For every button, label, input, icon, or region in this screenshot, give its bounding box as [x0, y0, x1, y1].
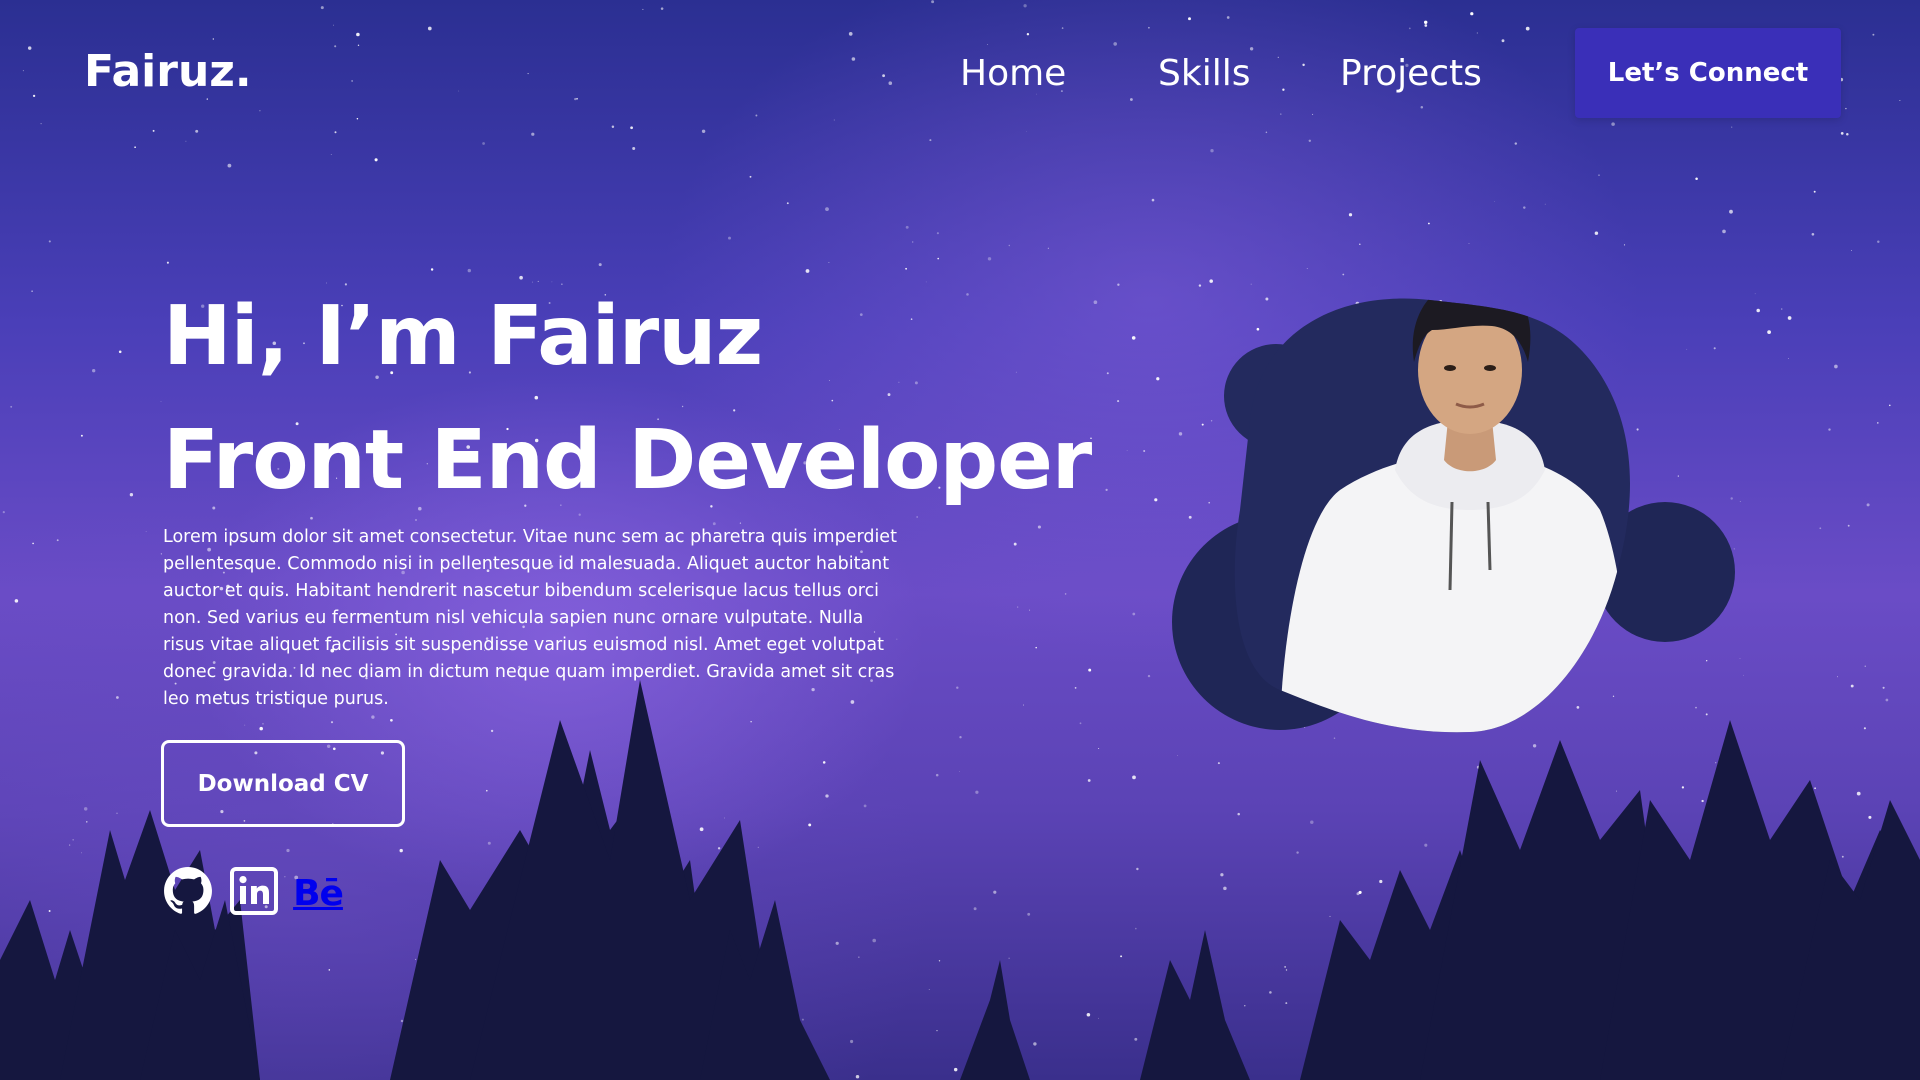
behance-icon: Bē [293, 872, 344, 914]
hero-bio: Lorem ipsum dolor sit amet consectetur. … [163, 527, 897, 709]
nav-skills-link[interactable]: Skills [1158, 52, 1250, 96]
lets-connect-button[interactable]: Let’s Connect [1575, 28, 1841, 118]
linkedin-icon [230, 867, 278, 919]
linkedin-link[interactable] [229, 867, 279, 919]
behance-link[interactable]: Bē [293, 868, 344, 918]
profile-portrait [1172, 298, 1735, 733]
github-link[interactable] [163, 866, 213, 920]
github-icon [163, 866, 213, 920]
nav-home-link[interactable]: Home [960, 52, 1066, 96]
hero-role: Front End Developer [163, 413, 1092, 508]
site-logo[interactable]: Fairuz. [84, 46, 252, 97]
hero-greeting: Hi, I’m Fairuz [163, 289, 763, 384]
nav-projects-link[interactable]: Projects [1340, 52, 1482, 96]
download-cv-button[interactable]: Download CV [161, 740, 405, 827]
